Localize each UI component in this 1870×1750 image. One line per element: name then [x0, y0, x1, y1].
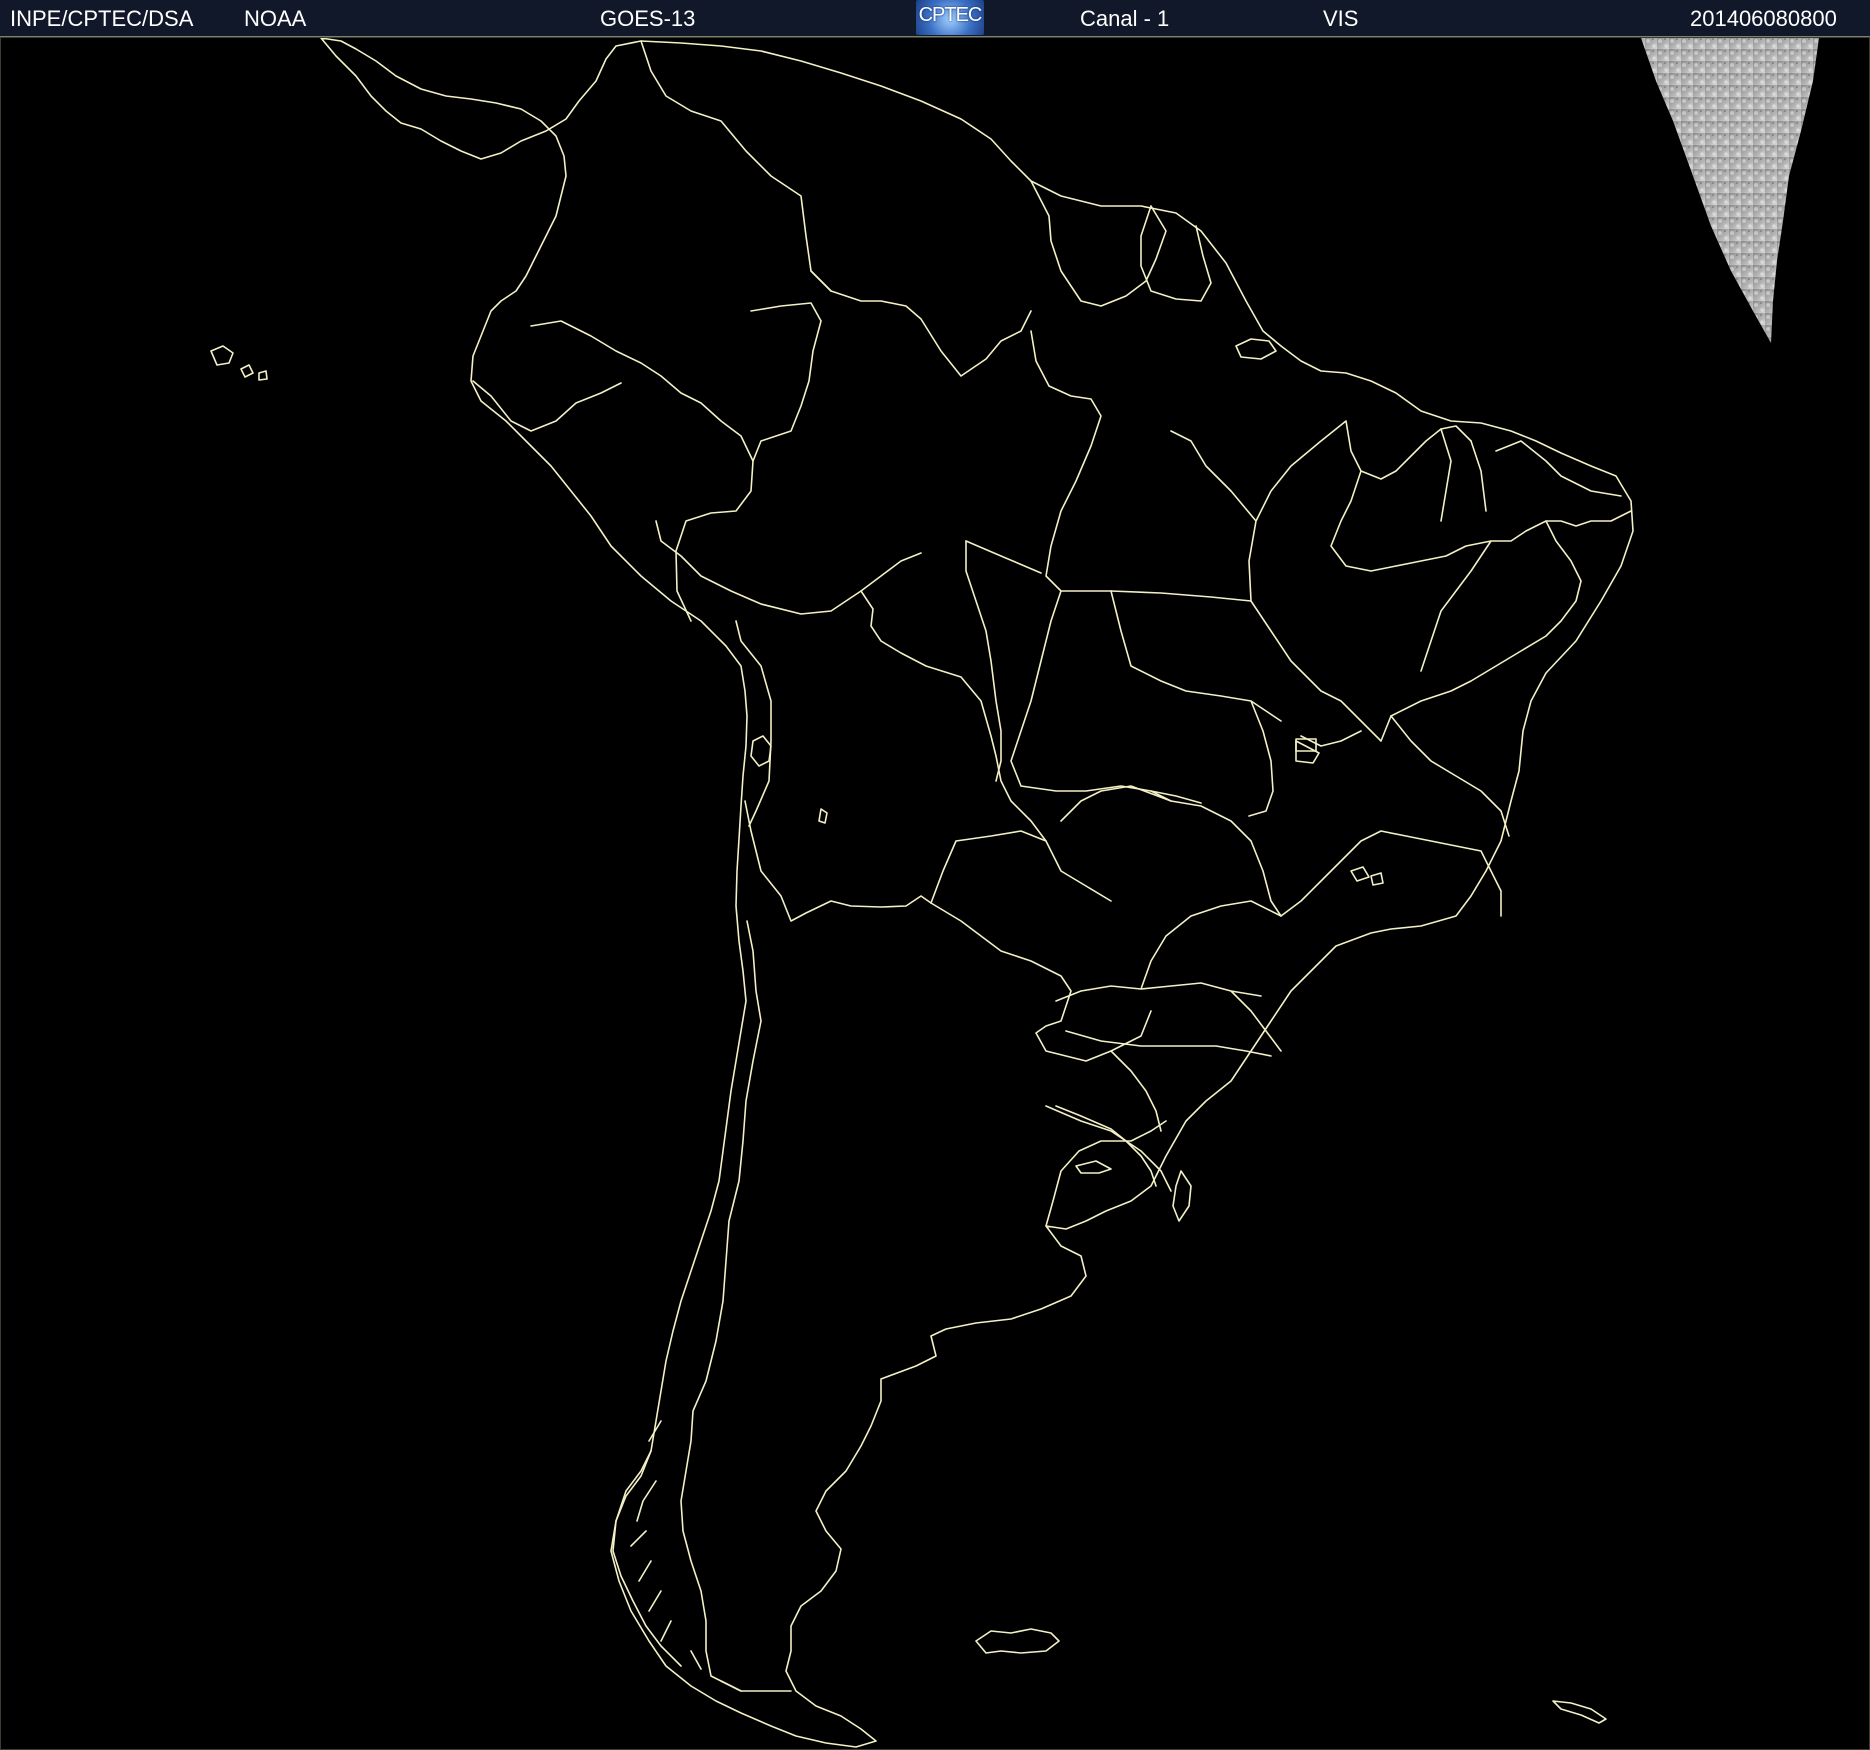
border-ecuador-peru: [472, 380, 622, 432]
border-venezuela-brazil: [810, 270, 1032, 377]
state-borders-north: [965, 330, 1472, 602]
lagoa-dos-patos: [1172, 1170, 1192, 1222]
map-canvas: [210, 38, 1819, 1748]
image-header: INPE/CPTEC/DSA NOAA GOES-13 CPTEC Canal …: [0, 0, 1870, 37]
channel-label: Canal - 1: [1080, 6, 1170, 31]
south-georgia: [1552, 1700, 1607, 1724]
falkland-islands: [975, 1628, 1060, 1654]
state-borders-northeast: [1330, 428, 1632, 717]
lake-titicaca: [750, 735, 772, 767]
agency-label: NOAA: [244, 6, 307, 31]
state-borders-south: [1045, 785, 1282, 1192]
itaipu-reservoir: [1075, 1160, 1112, 1174]
border-colombia-venezuela: [640, 40, 832, 292]
galapagos-islands: [210, 345, 268, 381]
marajo-estuary: [1235, 338, 1277, 360]
border-peru-brazil: [655, 520, 922, 615]
coastline: [320, 38, 1634, 1748]
timestamp-label: 201406080800: [1690, 6, 1837, 31]
satellite-label: GOES-13: [600, 6, 696, 31]
border-colombia-brazil: [750, 302, 822, 462]
border-bolivia-chile-argentina: [744, 800, 932, 922]
border-bolivia-brazil: [860, 590, 1047, 842]
border-guyana-suriname-french: [1030, 180, 1212, 307]
border-paraguay-brazil-argentina: [930, 902, 1152, 1062]
satellite-map: [0, 37, 1870, 1750]
state-borders-centre: [965, 540, 1510, 917]
border-chile-argentina: [680, 920, 792, 1692]
chile-fjords: [612, 1420, 742, 1692]
lake-poopo: [818, 808, 828, 824]
org-label: INPE/CPTEC/DSA: [10, 6, 194, 31]
band-label: VIS: [1323, 6, 1359, 31]
sunlit-imagery-area: [1641, 38, 1819, 343]
logo-text: CPTEC: [918, 4, 983, 26]
furnas-reservoir: [1350, 866, 1384, 886]
border-bolivia-paraguay: [930, 830, 1112, 904]
cptec-logo: CPTEC: [916, 0, 984, 35]
